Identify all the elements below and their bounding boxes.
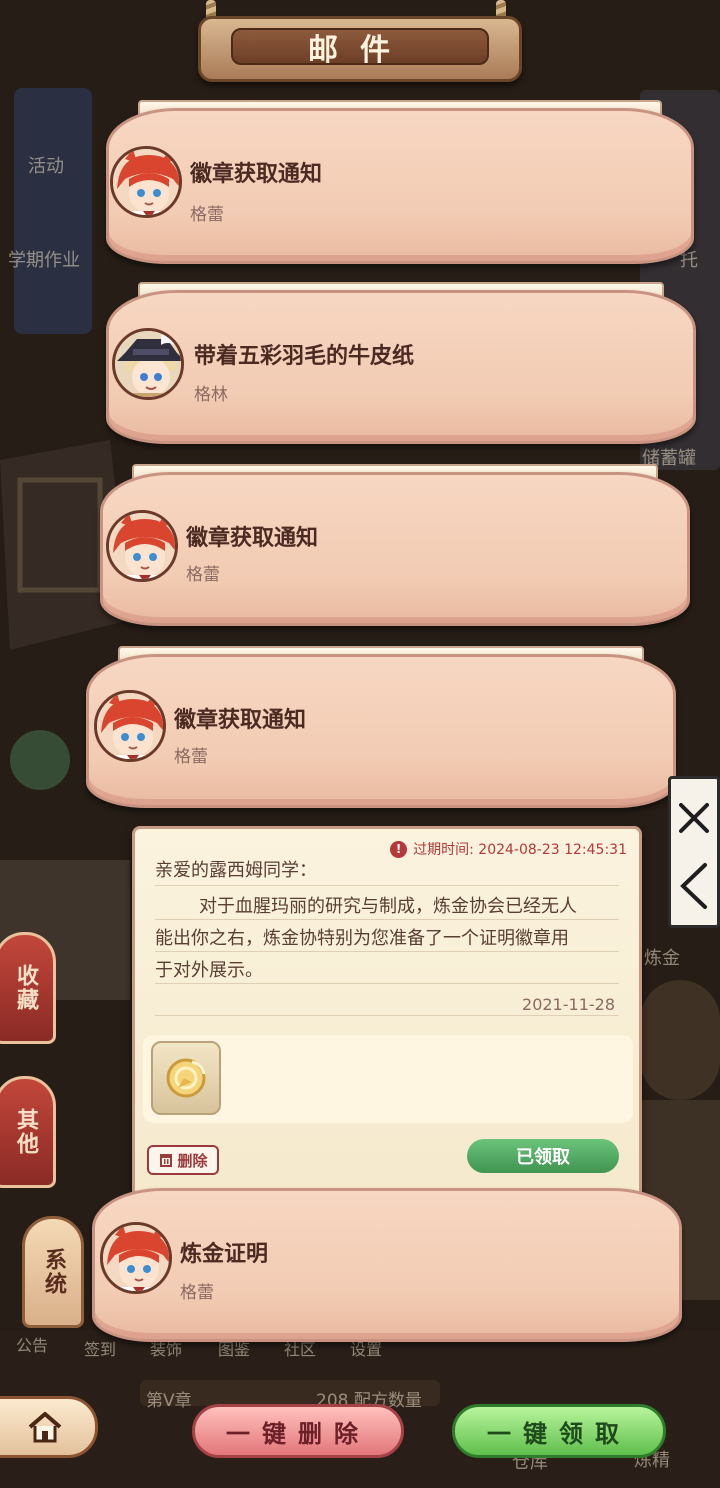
trash-icon	[160, 1154, 173, 1167]
bg-nav-announce: 公告	[16, 1336, 49, 1355]
title-sign: 邮件	[198, 16, 522, 82]
warning-icon: !	[390, 840, 408, 858]
chevron-left-icon[interactable]	[671, 861, 717, 911]
mail-sender: 格蕾	[186, 565, 220, 585]
red-hair-girl-avatar	[94, 690, 166, 762]
mail-greeting: 亲爱的露西姆同学：	[155, 860, 317, 881]
mail-date: 2021-11-28	[522, 995, 615, 1014]
mail-title: 徽章获取通知	[186, 526, 319, 551]
mail-card[interactable]: 带着五彩羽毛的牛皮纸 格林	[106, 282, 696, 444]
bg-label-activity: 活动	[28, 156, 64, 177]
expire-time-text: 过期时间: 2024-08-23 12:45:31	[413, 842, 627, 858]
delete-label: 删除	[177, 1151, 208, 1170]
attachment-item[interactable]	[151, 1041, 221, 1115]
floating-control-panel	[668, 776, 720, 928]
tab-system[interactable]: 系统	[22, 1216, 84, 1328]
ruled-line	[155, 1015, 619, 1016]
gold-badge-icon	[166, 1058, 206, 1098]
ruled-line	[155, 983, 619, 984]
tab-favorites[interactable]: 收藏	[0, 932, 56, 1044]
red-hair-girl-avatar	[110, 146, 182, 218]
mail-card[interactable]: 徽章获取通知 格蕾	[86, 646, 676, 808]
mail-title: 炼金证明	[180, 1242, 269, 1267]
home-icon	[28, 1412, 62, 1443]
hat-boy-avatar	[112, 328, 184, 400]
mail-card-selected[interactable]: 炼金证明 格蕾	[92, 1188, 682, 1342]
close-icon[interactable]	[671, 795, 717, 841]
attachment-area	[143, 1035, 633, 1123]
red-hair-girl-avatar	[106, 510, 178, 582]
mail-sender: 格蕾	[190, 205, 224, 225]
mail-card[interactable]: 徽章获取通知 格蕾	[100, 464, 690, 626]
page-title: 邮件	[231, 28, 489, 68]
delete-mail-button[interactable]: 删除	[147, 1145, 219, 1175]
red-hair-girl-avatar	[100, 1222, 172, 1294]
ruled-line	[155, 885, 619, 886]
mail-title: 徽章获取通知	[190, 162, 323, 187]
bg-label-alchemy: 炼金	[644, 948, 680, 969]
mail-title: 带着五彩羽毛的牛皮纸	[194, 344, 415, 369]
bg-label-chapter: 第V章	[146, 1391, 192, 1411]
expire-time: ! 过期时间: 2024-08-23 12:45:31	[390, 839, 627, 859]
mail-sender: 格林	[194, 385, 228, 405]
mail-sender: 格蕾	[180, 1283, 214, 1303]
delete-all-button[interactable]: 一键删除	[192, 1404, 404, 1458]
claimed-button[interactable]: 已领取	[467, 1139, 619, 1173]
ruled-line	[155, 951, 619, 952]
open-mail-panel: ! 过期时间: 2024-08-23 12:45:31 亲爱的露西姆同学： 对于…	[132, 826, 642, 1212]
mail-sender: 格蕾	[174, 747, 208, 767]
home-button[interactable]	[0, 1396, 98, 1458]
claim-all-button[interactable]: 一键领取	[452, 1404, 666, 1458]
bg-label-homework: 学期作业	[8, 250, 80, 271]
tab-other[interactable]: 其他	[0, 1076, 56, 1188]
mail-title: 徽章获取通知	[174, 708, 307, 733]
ruled-line	[155, 919, 619, 920]
mail-card[interactable]: 徽章获取通知 格蕾	[106, 100, 694, 264]
